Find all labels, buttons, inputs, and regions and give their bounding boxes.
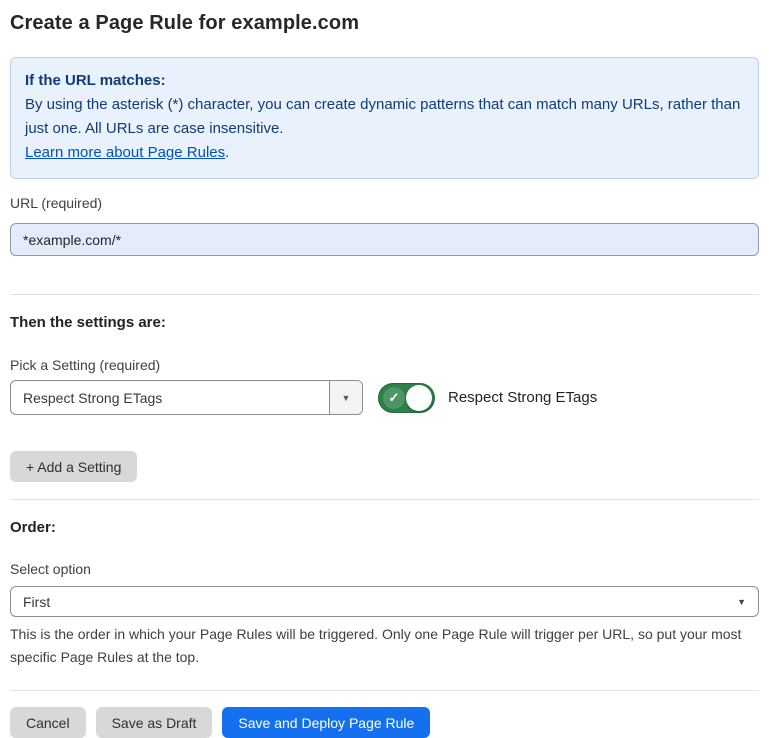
section-divider [10, 690, 759, 691]
caret-down-icon: ▼ [342, 393, 351, 403]
deploy-button[interactable]: Save and Deploy Page Rule [222, 707, 430, 738]
order-heading: Order: [10, 519, 759, 536]
info-box-heading: If the URL matches: [25, 69, 744, 93]
pick-setting-label: Pick a Setting (required) [10, 357, 759, 373]
caret-down-icon: ▼ [737, 597, 746, 607]
link-suffix: . [225, 144, 229, 161]
section-divider [10, 499, 759, 500]
url-match-info-box: If the URL matches: By using the asteris… [10, 57, 759, 179]
info-box-link-line: Learn more about Page Rules. [25, 141, 744, 165]
page-rule-form: Create a Page Rule for example.com If th… [0, 10, 769, 738]
toggle-knob [406, 385, 432, 411]
setting-row: Respect Strong ETags ▼ ✓ Respect Strong … [10, 380, 759, 415]
order-select-value: First [23, 594, 737, 610]
etags-toggle[interactable]: ✓ [378, 383, 435, 413]
url-input[interactable] [10, 223, 759, 256]
settings-heading: Then the settings are: [10, 314, 759, 331]
info-box-body: By using the asterisk (*) character, you… [25, 93, 744, 141]
learn-more-link[interactable]: Learn more about Page Rules [25, 144, 225, 161]
order-select[interactable]: First ▼ [10, 586, 759, 617]
setting-select[interactable]: Respect Strong ETags ▼ [10, 380, 363, 415]
order-help-text: This is the order in which your Page Rul… [10, 623, 759, 669]
order-select-label: Select option [10, 561, 759, 577]
page-title: Create a Page Rule for example.com [10, 10, 759, 36]
url-label: URL (required) [10, 195, 759, 211]
cancel-button[interactable]: Cancel [10, 707, 86, 738]
check-icon: ✓ [383, 387, 405, 409]
section-divider [10, 294, 759, 295]
add-setting-button[interactable]: + Add a Setting [10, 451, 137, 482]
setting-select-arrow-button[interactable]: ▼ [329, 381, 362, 414]
toggle-label: Respect Strong ETags [448, 389, 597, 406]
setting-select-value: Respect Strong ETags [11, 381, 329, 414]
form-actions: Cancel Save as Draft Save and Deploy Pag… [10, 707, 759, 738]
save-draft-button[interactable]: Save as Draft [96, 707, 213, 738]
